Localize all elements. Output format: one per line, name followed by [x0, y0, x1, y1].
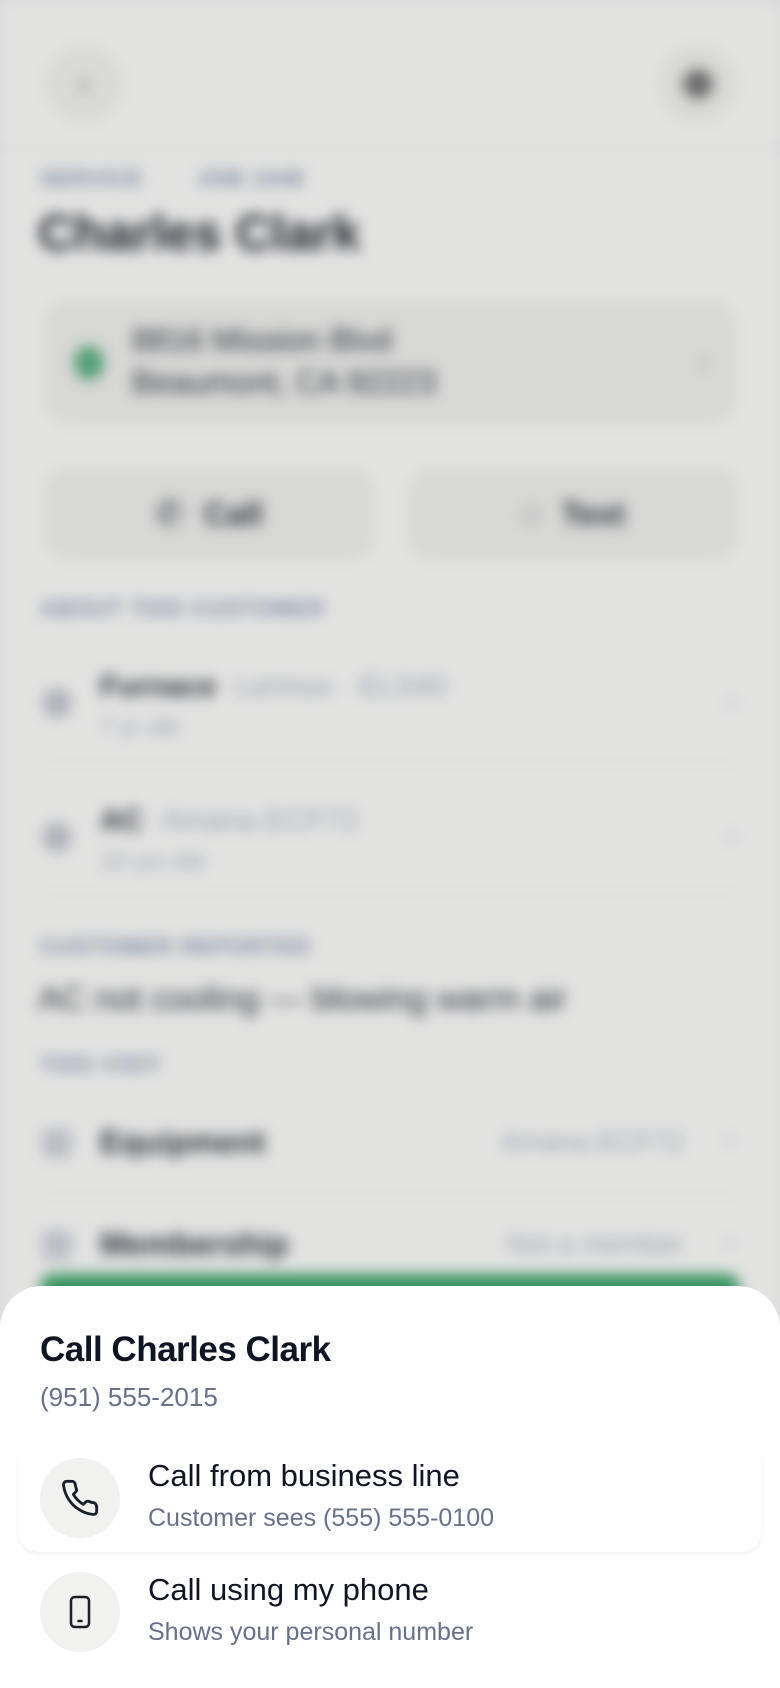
option-description: Shows your personal number — [148, 1618, 474, 1646]
phone-icon — [40, 1458, 120, 1538]
sheet-title: Call Charles Clark — [40, 1330, 331, 1369]
call-business-line-option[interactable]: Call from business line Customer sees (5… — [18, 1442, 762, 1552]
option-label: Call from business line — [148, 1458, 460, 1493]
option-description: Customer sees (555) 555-0100 — [148, 1504, 495, 1532]
call-options-sheet: Call Charles Clark (951) 555-2015 Call f… — [0, 1286, 780, 1688]
call-my-phone-option[interactable]: Call using my phone Shows your personal … — [18, 1556, 762, 1666]
option-label: Call using my phone — [148, 1572, 429, 1607]
mobile-icon — [40, 1572, 120, 1652]
customer-phone-number: (951) 555-2015 — [40, 1382, 218, 1412]
